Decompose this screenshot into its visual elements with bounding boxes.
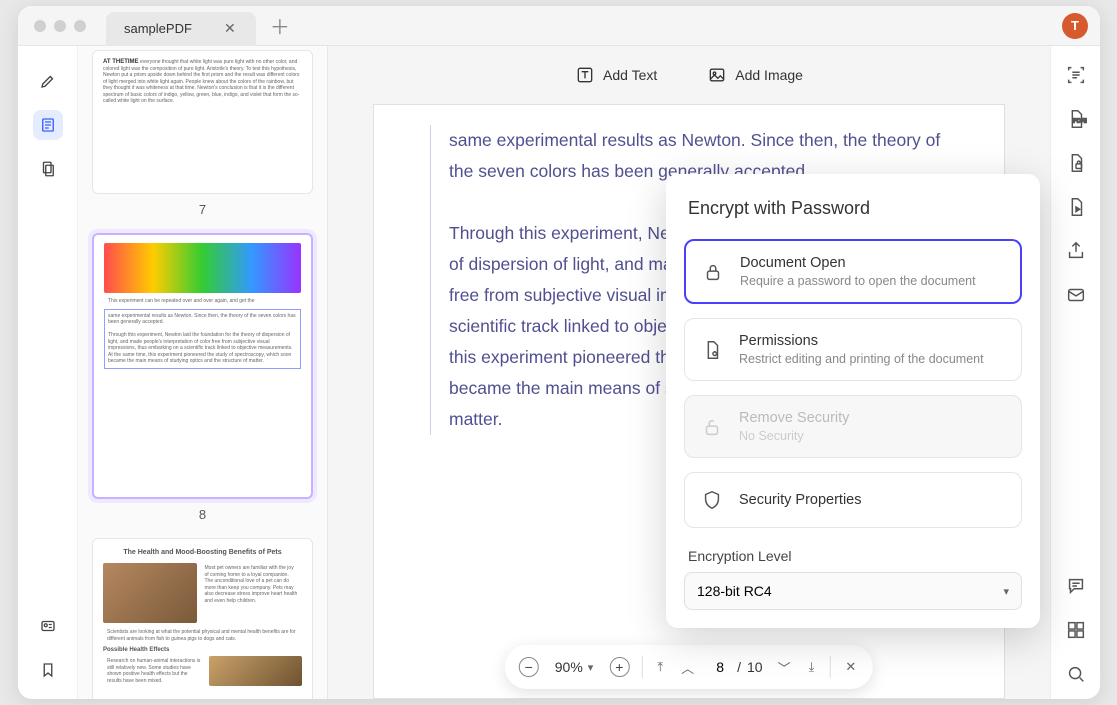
- pdf-convert-icon[interactable]: PDF/A: [1065, 108, 1087, 130]
- zoom-value: 90%: [555, 659, 583, 675]
- share-icon[interactable]: [1065, 240, 1087, 262]
- option-desc: Restrict editing and printing of the doc…: [739, 352, 1007, 366]
- right-tool-rail: PDF/A: [1050, 46, 1100, 699]
- user-avatar[interactable]: T: [1062, 13, 1088, 39]
- current-page-input[interactable]: [709, 659, 731, 675]
- dog-image: [209, 656, 303, 686]
- chevron-down-icon: ▾: [588, 661, 594, 674]
- permissions-icon: [699, 337, 725, 363]
- close-window-button[interactable]: [34, 20, 46, 32]
- document-tab[interactable]: samplePDF ✕: [106, 12, 256, 46]
- left-tool-rail: [18, 46, 78, 699]
- tab-title: samplePDF: [124, 21, 192, 36]
- thumbnail-page-7[interactable]: AT THETIME everyone thought that white l…: [92, 50, 313, 194]
- comments-icon[interactable]: [1065, 575, 1087, 597]
- permissions-option[interactable]: Permissions Restrict editing and printin…: [684, 318, 1022, 381]
- encryption-level-value: 128-bit RC4: [697, 583, 772, 599]
- option-desc: No Security: [739, 429, 1007, 443]
- option-desc: Require a password to open the document: [740, 274, 1006, 288]
- highlighter-tool[interactable]: [33, 66, 63, 96]
- secure-document-icon[interactable]: [1065, 152, 1087, 174]
- slideshow-icon[interactable]: [1065, 196, 1087, 218]
- chevron-down-icon: ▾: [1003, 585, 1009, 598]
- page-indicator: / 10: [709, 659, 762, 675]
- svg-text:PDF/A: PDF/A: [1073, 119, 1087, 125]
- document-open-option[interactable]: Document Open Require a password to open…: [684, 239, 1022, 304]
- thumbnail-page-8[interactable]: This experiment can be repeated over and…: [92, 233, 313, 499]
- encrypt-panel-title: Encrypt with Password: [684, 198, 1022, 219]
- thumb-subheading: Possible Health Effects: [103, 647, 302, 653]
- unlock-icon: [699, 414, 725, 440]
- close-bar-button[interactable]: ✕: [842, 659, 859, 675]
- total-pages: 10: [747, 659, 763, 675]
- text-icon: [575, 65, 595, 85]
- title-bar: samplePDF ✕ ＋ T: [18, 6, 1100, 46]
- encryption-level-label: Encryption Level: [688, 548, 1022, 564]
- minimize-window-button[interactable]: [54, 20, 66, 32]
- lock-icon: [700, 259, 726, 285]
- add-text-button[interactable]: Add Text: [565, 59, 667, 91]
- image-icon: [707, 65, 727, 85]
- new-tab-button[interactable]: ＋: [270, 11, 290, 40]
- add-image-button[interactable]: Add Image: [697, 59, 813, 91]
- zoom-in-button[interactable]: +: [609, 657, 629, 677]
- security-properties-option[interactable]: Security Properties: [684, 472, 1022, 528]
- contact-card-tool[interactable]: [33, 611, 63, 641]
- first-page-button[interactable]: ⤒: [654, 659, 666, 675]
- close-tab-button[interactable]: ✕: [222, 21, 238, 37]
- thumbnail-page-9[interactable]: The Health and Mood-Boosting Benefits of…: [92, 538, 313, 699]
- prism-image: [104, 243, 301, 293]
- cat-image: [103, 563, 197, 623]
- page-number-8: 8: [92, 507, 313, 522]
- annotations-tool[interactable]: [33, 110, 63, 140]
- document-toolbar: Add Text Add Image: [328, 46, 1050, 104]
- option-title: Security Properties: [739, 492, 1007, 508]
- mail-icon[interactable]: [1065, 284, 1087, 306]
- encryption-level-select[interactable]: 128-bit RC4 ▾: [684, 572, 1022, 610]
- zoom-dropdown[interactable]: 90% ▾: [551, 659, 598, 675]
- add-image-label: Add Image: [735, 67, 803, 83]
- view-controls-bar: − 90% ▾ + ⤒ ︿ / 10 ﹀ ⤓ ✕: [505, 645, 873, 689]
- zoom-out-button[interactable]: −: [519, 657, 539, 677]
- next-page-button[interactable]: ﹀: [775, 658, 794, 677]
- avatar-initial: T: [1071, 18, 1079, 33]
- last-page-button[interactable]: ⤓: [806, 659, 818, 675]
- encrypt-password-panel: Encrypt with Password Document Open Requ…: [666, 174, 1040, 628]
- option-title: Permissions: [739, 333, 1007, 349]
- search-icon[interactable]: [1065, 663, 1087, 685]
- app-window: samplePDF ✕ ＋ T: [18, 6, 1100, 699]
- add-text-label: Add Text: [603, 67, 657, 83]
- page-number-7: 7: [92, 202, 313, 217]
- shield-icon: [699, 487, 725, 513]
- pages-tool[interactable]: [33, 154, 63, 184]
- remove-security-option: Remove Security No Security: [684, 395, 1022, 458]
- window-controls: [18, 20, 86, 32]
- bookmark-tool[interactable]: [33, 655, 63, 685]
- prev-page-button[interactable]: ︿: [678, 658, 697, 677]
- thumb-heading: The Health and Mood-Boosting Benefits of…: [103, 547, 302, 559]
- ocr-icon[interactable]: [1065, 64, 1087, 86]
- thumbnail-panel[interactable]: AT THETIME everyone thought that white l…: [78, 46, 328, 699]
- grid-view-icon[interactable]: [1065, 619, 1087, 641]
- page-separator: /: [737, 659, 741, 675]
- option-title: Document Open: [740, 255, 1006, 271]
- thumb-heading: AT THETIME: [103, 59, 139, 65]
- option-title: Remove Security: [739, 410, 1007, 426]
- maximize-window-button[interactable]: [74, 20, 86, 32]
